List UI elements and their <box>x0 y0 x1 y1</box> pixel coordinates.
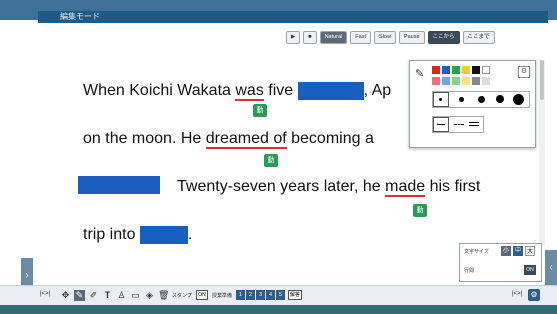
page-button-5[interactable]: 5 <box>276 290 285 300</box>
color-swatch[interactable] <box>442 77 450 85</box>
stamp-toggle[interactable]: ON <box>196 290 208 300</box>
stop-button[interactable]: ■ <box>303 31 317 44</box>
solid-line-icon <box>437 124 445 125</box>
line1-text-b: five <box>263 82 298 100</box>
audio-toolbar: ▶ ■ Natural Fast Slow Pause ここから ここまで <box>286 31 495 44</box>
text-tool-icon[interactable]: T <box>102 290 113 301</box>
answer-button[interactable]: 解答 <box>288 290 302 300</box>
underlined-made[interactable]: made <box>385 178 426 197</box>
line4-text-b: . <box>187 226 193 244</box>
line3-text-a: Twenty-seven years later, he <box>177 178 386 195</box>
size-dot-5[interactable] <box>513 94 524 105</box>
underlined-dreamed-of[interactable]: dreamed of <box>205 130 287 149</box>
line4-text-a: trip into <box>83 226 140 244</box>
color-swatch[interactable] <box>432 66 440 74</box>
edit-mode-label: 編集モード <box>38 11 548 23</box>
pen-tool-icon[interactable]: ✎ <box>74 290 85 301</box>
select-tool-icon[interactable]: ✥ <box>60 290 71 301</box>
font-size-panel: 文字サイズ 小 中 大 行間 ON <box>459 243 542 282</box>
color-row-1 <box>432 66 490 74</box>
speed-fast-button[interactable]: Fast <box>350 31 371 44</box>
text-line-4: trip into . <box>83 226 192 244</box>
move-badge[interactable]: 動 <box>413 204 427 217</box>
line3-text-b: his first <box>425 178 481 195</box>
color-swatch[interactable] <box>482 66 490 74</box>
scrollbar-thumb[interactable] <box>540 60 544 100</box>
pause-mode-button[interactable]: Pause <box>398 31 425 44</box>
shape-tool-icon[interactable]: ▭ <box>130 290 141 301</box>
pen-icon: ✎ <box>415 68 425 80</box>
hidden-word-box[interactable] <box>139 226 188 244</box>
from-here-button[interactable]: ここから <box>427 31 460 44</box>
page-button-4[interactable]: 4 <box>266 290 275 300</box>
color-swatch[interactable] <box>452 66 460 74</box>
move-badge[interactable]: 動 <box>264 154 278 167</box>
eraser-tool-icon[interactable]: ◈ <box>144 290 155 301</box>
font-small-button[interactable]: 小 <box>501 246 511 256</box>
color-swatch[interactable] <box>482 77 490 85</box>
play-button[interactable]: ▶ <box>286 31 301 44</box>
speed-natural-button[interactable]: Natural <box>319 31 348 44</box>
settings-icon[interactable]: ⚙ <box>518 66 530 78</box>
size-dot-2[interactable] <box>459 97 464 102</box>
page-button-2[interactable]: 2 <box>246 290 255 300</box>
line1-text-c: , Ap <box>363 82 392 100</box>
trash-icon[interactable]: 🗑 <box>158 290 169 301</box>
text-line-3: Twenty-seven years later, he made his fi… <box>177 178 481 197</box>
pen-size-row <box>432 91 530 108</box>
hidden-word-box[interactable] <box>78 176 160 194</box>
page-button-1[interactable]: 1 <box>236 290 245 300</box>
move-badge[interactable]: 動 <box>253 104 267 117</box>
size-dot-3[interactable] <box>478 96 485 103</box>
to-here-button[interactable]: ここまで <box>462 31 495 44</box>
line1-text-a: When Koichi Wakata <box>83 82 236 100</box>
hidden-word-box[interactable] <box>297 82 364 100</box>
size-dot-4[interactable] <box>496 95 504 103</box>
color-swatch[interactable] <box>442 66 450 74</box>
page-button-3[interactable]: 3 <box>256 290 265 300</box>
font-size-label: 文字サイズ <box>464 249 489 255</box>
color-swatch[interactable] <box>462 77 470 85</box>
marker-tool-icon[interactable]: ✐ <box>88 290 99 301</box>
app-header: 編集モード <box>0 0 557 23</box>
line2-text-a: on the moon. He <box>83 130 206 147</box>
nav-right-button[interactable]: |<>| <box>512 291 522 297</box>
font-medium-button[interactable]: 中 <box>513 246 523 256</box>
nav-left-button[interactable]: |<>| <box>40 291 50 297</box>
speed-slow-button[interactable]: Slow <box>374 31 396 44</box>
dashed-line-icon[interactable] <box>454 124 464 125</box>
line-spacing-label: 行間 <box>464 268 475 274</box>
text-line-1: When Koichi Wakata was five , Ap <box>83 82 392 102</box>
color-swatch[interactable] <box>432 77 440 85</box>
color-swatch[interactable] <box>452 77 460 85</box>
line2-text-b: becoming a <box>286 130 374 147</box>
pen-palette-panel: ✎ ⚙ <box>409 60 536 148</box>
stamp-label: スタンプ <box>172 293 192 299</box>
text-line-2: on the moon. He dreamed of becoming a <box>83 130 374 149</box>
gear-icon[interactable]: ⚙ <box>528 289 540 301</box>
color-swatch[interactable] <box>472 66 480 74</box>
color-swatch[interactable] <box>472 77 480 85</box>
line-style-row <box>432 116 484 133</box>
class-prep-label: 授業準備 <box>212 293 233 299</box>
stamp-tool-icon[interactable]: ♙ <box>116 290 127 301</box>
taskbar-strip <box>0 305 557 314</box>
font-large-button[interactable]: 大 <box>525 246 535 256</box>
right-panel-toggle[interactable]: ‹ <box>545 250 557 286</box>
line-spacing-toggle[interactable]: ON <box>524 265 536 275</box>
size-dot-1 <box>439 98 442 101</box>
color-row-2 <box>432 77 490 85</box>
bottom-toolbar: |<>| ✥ ✎ ✐ T ♙ ▭ ◈ 🗑 スタンプ ON 授業準備 1 2 3 … <box>0 285 557 306</box>
color-swatch[interactable] <box>462 66 470 74</box>
double-line-icon[interactable] <box>469 122 479 126</box>
underlined-was[interactable]: was <box>235 82 264 102</box>
